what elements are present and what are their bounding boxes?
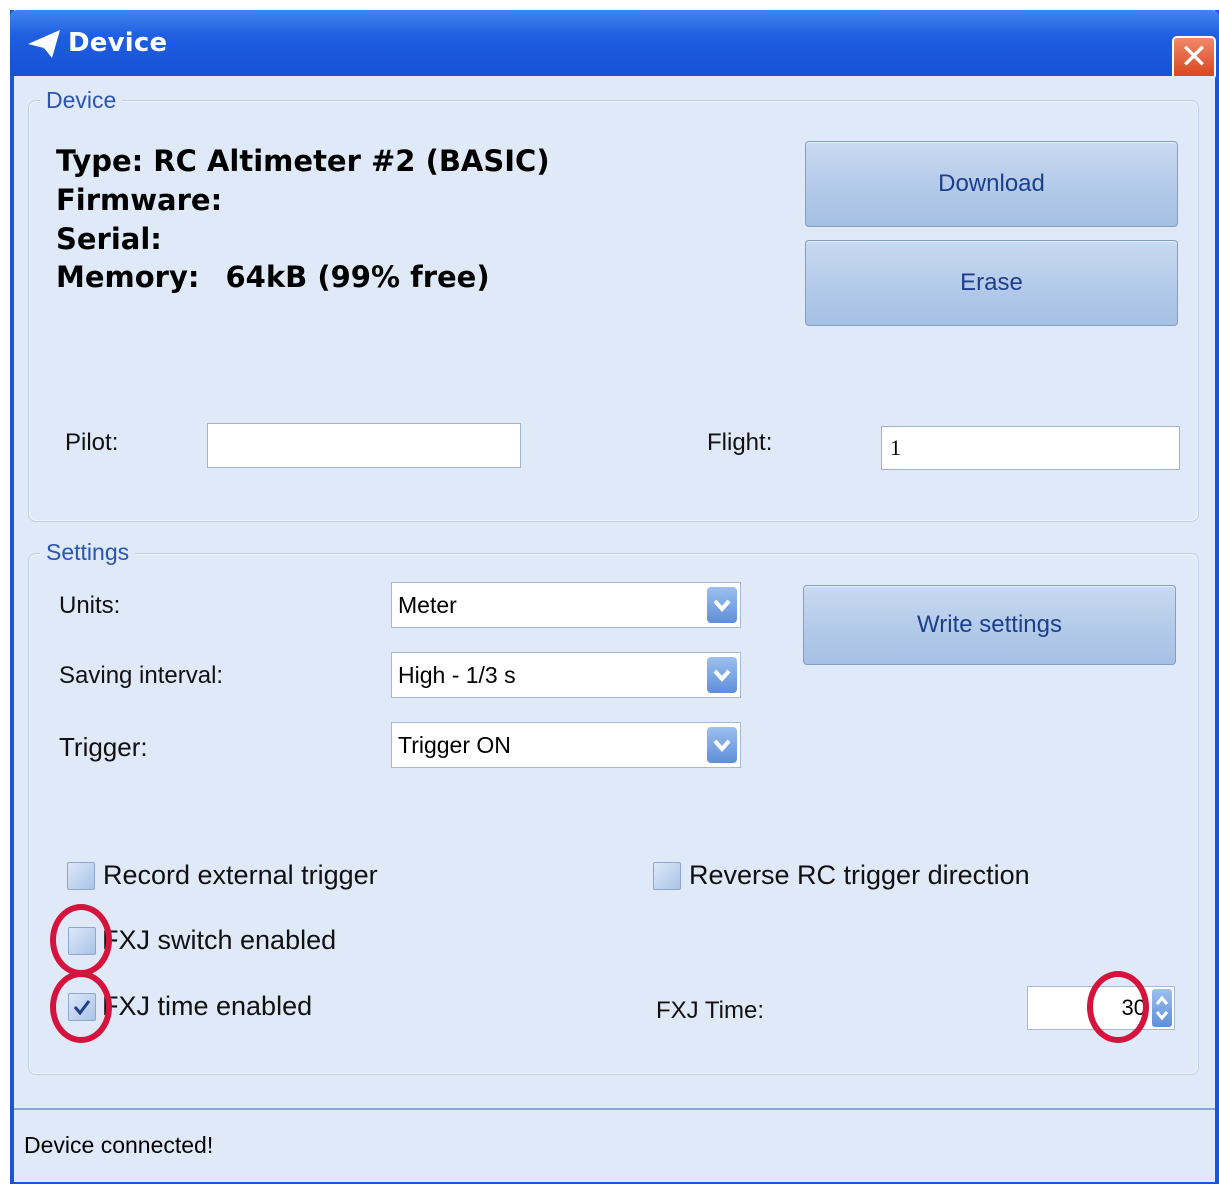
record-external-trigger-label[interactable]: Record external trigger (103, 860, 378, 891)
trigger-label: Trigger: (59, 732, 148, 762)
write-settings-button-label: Write settings (917, 611, 1062, 638)
erase-button-label: Erase (960, 269, 1023, 296)
download-button[interactable]: Download (805, 141, 1178, 227)
firmware-label: Firmware: (56, 183, 223, 217)
fxj-switch-label[interactable]: FXJ switch enabled (102, 925, 336, 956)
record-external-trigger-checkbox[interactable] (67, 862, 95, 890)
highlight-circle (50, 971, 112, 1043)
chevron-down-icon[interactable] (707, 657, 737, 693)
trigger-select[interactable]: Trigger ON (391, 722, 741, 768)
device-type-line: Type: RC Altimeter #2 (BASIC) (56, 144, 550, 178)
reverse-rc-trigger-label[interactable]: Reverse RC trigger direction (689, 860, 1030, 891)
units-label: Units: (59, 592, 121, 619)
window-body: Device Type: RC Altimeter #2 (BASIC) Firm… (14, 76, 1215, 1108)
memory-line: Memory: 64kB (99% free) (56, 260, 490, 294)
erase-button[interactable]: Erase (805, 240, 1178, 326)
units-select[interactable]: Meter (391, 582, 741, 628)
pilot-label: Pilot: (65, 429, 119, 456)
paper-plane-icon (28, 30, 60, 58)
download-button-label: Download (938, 170, 1045, 197)
flight-label: Flight: (707, 429, 773, 456)
serial-line: Serial: (56, 222, 162, 256)
status-bar: Device connected! (14, 1108, 1215, 1182)
memory-label: Memory: (56, 260, 200, 294)
chevron-down-icon[interactable] (707, 587, 737, 623)
close-button[interactable]: ✕ (1172, 36, 1216, 80)
trigger-select-value: Trigger ON (398, 732, 511, 758)
fxj-time-enabled-label[interactable]: FXJ time enabled (102, 991, 312, 1022)
highlight-circle (50, 904, 112, 976)
highlight-circle (1087, 971, 1149, 1043)
spinner-arrows-icon[interactable] (1152, 989, 1172, 1027)
memory-value: 64kB (99% free) (225, 260, 490, 294)
chevron-down-icon[interactable] (707, 727, 737, 763)
window-title: Device (68, 28, 168, 58)
status-text: Device connected! (24, 1132, 214, 1158)
serial-label: Serial: (56, 222, 162, 256)
title-bar[interactable]: Device ✕ (10, 10, 1219, 80)
pilot-input[interactable] (207, 423, 521, 468)
device-group-legend: Device (40, 87, 123, 114)
write-settings-button[interactable]: Write settings (803, 585, 1176, 665)
device-type-value: RC Altimeter #2 (BASIC) (153, 144, 550, 178)
saving-interval-select[interactable]: High - 1/3 s (391, 652, 741, 698)
device-type-label: Type: (56, 144, 144, 178)
units-select-value: Meter (398, 592, 457, 618)
reverse-rc-trigger-checkbox[interactable] (653, 862, 681, 890)
saving-interval-label: Saving interval: (59, 662, 224, 689)
fxj-time-label: FXJ Time: (656, 997, 765, 1024)
flight-input[interactable]: 1 (881, 426, 1180, 470)
firmware-line: Firmware: (56, 183, 222, 217)
settings-group-legend: Settings (40, 539, 136, 566)
saving-interval-select-value: High - 1/3 s (398, 662, 516, 688)
